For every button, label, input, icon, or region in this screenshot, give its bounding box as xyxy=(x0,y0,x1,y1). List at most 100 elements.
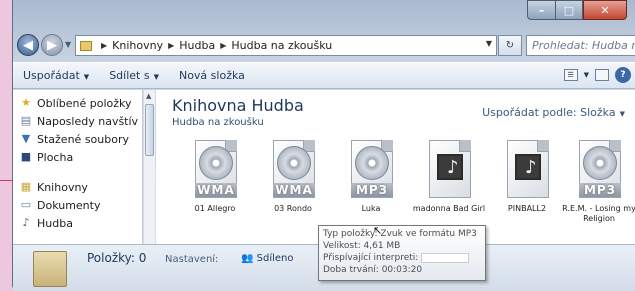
address-field[interactable]: ▶ Knihovny ▶ Hudba ▶ Hudba na zkoušku ▼ xyxy=(75,35,497,56)
audio-file-icon: WMA xyxy=(269,140,317,200)
file-name: 01 Allegro xyxy=(194,204,236,213)
tooltip-artists-row: Přispívající interpreti: xyxy=(323,252,481,264)
share-label: Sdílet s xyxy=(109,69,150,82)
minimize-button[interactable]: – xyxy=(527,0,555,20)
chevron-down-icon: ▼ xyxy=(83,73,90,81)
documents-icon: ▭ xyxy=(20,198,32,211)
file-name: R.E.M. - Losing my Religion xyxy=(562,204,635,223)
preview-pane-icon[interactable] xyxy=(595,69,609,81)
nav-label: Naposledy navštív xyxy=(37,114,139,128)
redacted-field xyxy=(421,252,470,263)
file-name: PINBALL2 xyxy=(507,204,547,213)
breadcrumb-libraries[interactable]: Knihovny xyxy=(112,39,163,52)
arrange-value: Složka xyxy=(580,106,616,119)
nav-item-music[interactable]: ♪ Hudba xyxy=(13,214,142,232)
close-button[interactable]: ✕ xyxy=(583,0,627,20)
star-icon: ★ xyxy=(21,96,31,109)
file-item[interactable]: WMA 01 Allegro xyxy=(178,140,252,214)
shared-label: Sdíleno xyxy=(256,253,294,264)
nav-item-downloads[interactable]: ▼ Stažené soubory xyxy=(13,130,142,148)
nav-item-libraries[interactable]: ▦ Knihovny xyxy=(13,178,142,196)
chevron-down-icon[interactable]: ▼ xyxy=(584,71,589,79)
audio-file-icon: MP3 xyxy=(347,140,395,200)
back-button[interactable]: ◀ xyxy=(17,34,39,56)
chevron-right-icon[interactable]: ▶ xyxy=(168,41,174,50)
audio-file-icon: MP3 xyxy=(575,140,623,200)
title-bar: – □ ✕ xyxy=(13,0,635,30)
nav-label: Oblíbené položky xyxy=(37,96,132,110)
downloads-icon: ▼ xyxy=(21,132,31,145)
nav-label: Stažené soubory xyxy=(37,132,129,146)
file-format-badge: WMA xyxy=(273,183,315,197)
nav-label: Knihovny xyxy=(37,180,88,194)
maximize-button[interactable]: □ xyxy=(555,0,583,20)
recent-places-icon: ▤ xyxy=(20,114,32,127)
file-format-badge: WMA xyxy=(195,183,237,197)
music-icon: ♪ xyxy=(22,216,30,229)
breadcrumb-trial-music[interactable]: Hudba na zkoušku xyxy=(231,39,332,52)
tooltip-size: Velikost: 4,61 MB xyxy=(323,241,401,251)
nav-item-recent[interactable]: ▤ Naposledy navštív xyxy=(13,112,142,130)
command-bar: Uspořádat ▼ Sdílet s ▼ Nová složka ☰ ▼ ? xyxy=(13,62,635,89)
organize-menu[interactable]: Uspořádat ▼ xyxy=(13,69,99,82)
forward-button[interactable]: ▶ xyxy=(41,34,63,56)
mouse-cursor-icon: ↖ xyxy=(373,224,383,237)
address-dropdown-icon[interactable]: ▼ xyxy=(486,39,492,48)
file-format-badge: MP3 xyxy=(351,183,393,197)
breadcrumb-music[interactable]: Hudba xyxy=(179,39,215,52)
nav-label: Dokumenty xyxy=(37,198,101,212)
new-folder-button[interactable]: Nová složka xyxy=(169,69,255,82)
share-menu[interactable]: Sdílet s ▼ xyxy=(99,69,169,82)
search-placeholder: Prohledat: Hudba n... xyxy=(532,39,635,52)
nav-label: Hudba xyxy=(37,216,73,230)
address-bar: ◀ ▶ ▼ ▶ Knihovny ▶ Hudba ▶ Hudba na zkou… xyxy=(13,32,635,58)
shared-users-icon: 👥 xyxy=(241,253,254,264)
file-info-tooltip: Typ položky: Zvuk ve formátu MP3 Velikos… xyxy=(318,225,486,281)
tooltip-type: Typ položky: Zvuk ve formátu MP3 xyxy=(323,229,477,239)
library-subtitle: Hudba na zkoušku xyxy=(172,117,264,128)
scroll-up-icon[interactable]: ▲ xyxy=(146,92,151,100)
video-file-icon xyxy=(425,140,473,200)
scrollbar-thumb[interactable] xyxy=(145,104,154,156)
refresh-button[interactable]: ↻ xyxy=(498,35,522,56)
nav-label: Plocha xyxy=(37,150,74,164)
new-folder-label: Nová složka xyxy=(178,69,245,82)
arrange-label: Uspořádat podle: xyxy=(482,106,577,119)
chevron-right-icon[interactable]: ▶ xyxy=(220,41,226,50)
libraries-icon: ▦ xyxy=(20,180,32,193)
file-format-badge: MP3 xyxy=(579,183,621,197)
nav-item-documents[interactable]: ▭ Dokumenty xyxy=(13,196,142,214)
video-file-icon xyxy=(503,140,551,200)
search-input[interactable]: Prohledat: Hudba n... ⌕ xyxy=(526,35,635,56)
file-name: Luka xyxy=(361,204,381,213)
shared-status: 👥 Sdíleno xyxy=(241,253,294,264)
desktop-icon: ■ xyxy=(20,150,32,163)
change-view-icon[interactable]: ☰ xyxy=(563,69,578,81)
file-item[interactable]: WMA 03 Rondo xyxy=(256,140,330,214)
help-icon[interactable]: ? xyxy=(615,67,631,83)
folder-icon xyxy=(33,251,67,287)
caption-buttons: – □ ✕ xyxy=(527,0,627,20)
navigation-pane: ★ Oblíbené položky ▤ Naposledy navštív ▼ St… xyxy=(13,90,143,244)
file-name: 03 Rondo xyxy=(274,204,312,213)
library-title: Knihovna Hudba xyxy=(172,96,304,115)
arrange-by-menu[interactable]: Uspořádat podle: Složka ▼ xyxy=(482,106,625,119)
nav-item-favorites[interactable]: ★ Oblíbené položky xyxy=(13,94,142,112)
file-item[interactable]: PINBALL2 xyxy=(490,140,564,214)
chevron-right-icon[interactable]: ▶ xyxy=(101,41,107,50)
chevron-down-icon: ▼ xyxy=(153,73,159,81)
audio-file-icon: WMA xyxy=(191,140,239,200)
tooltip-duration: Doba trvání: 00:03:20 xyxy=(323,265,423,275)
tooltip-artists: Přispívající interpreti: xyxy=(323,253,419,263)
file-name: madonna Bad Girl xyxy=(412,204,486,213)
item-count: Položky: 0 xyxy=(87,251,147,265)
navigation-scrollbar[interactable]: ▲ xyxy=(143,90,155,244)
history-dropdown-icon[interactable]: ▼ xyxy=(65,40,71,49)
organize-label: Uspořádat xyxy=(23,69,80,82)
file-item[interactable]: MP3 R.E.M. - Losing my Religion xyxy=(562,140,635,224)
nav-item-desktop[interactable]: ■ Plocha xyxy=(13,148,142,166)
file-item[interactable]: madonna Bad Girl xyxy=(412,140,486,214)
file-item[interactable]: MP3 Luka xyxy=(334,140,408,214)
file-view: Knihovna Hudba Hudba na zkoušku Uspořáda… xyxy=(156,90,635,244)
setting-label: Nastavení: xyxy=(165,254,219,265)
